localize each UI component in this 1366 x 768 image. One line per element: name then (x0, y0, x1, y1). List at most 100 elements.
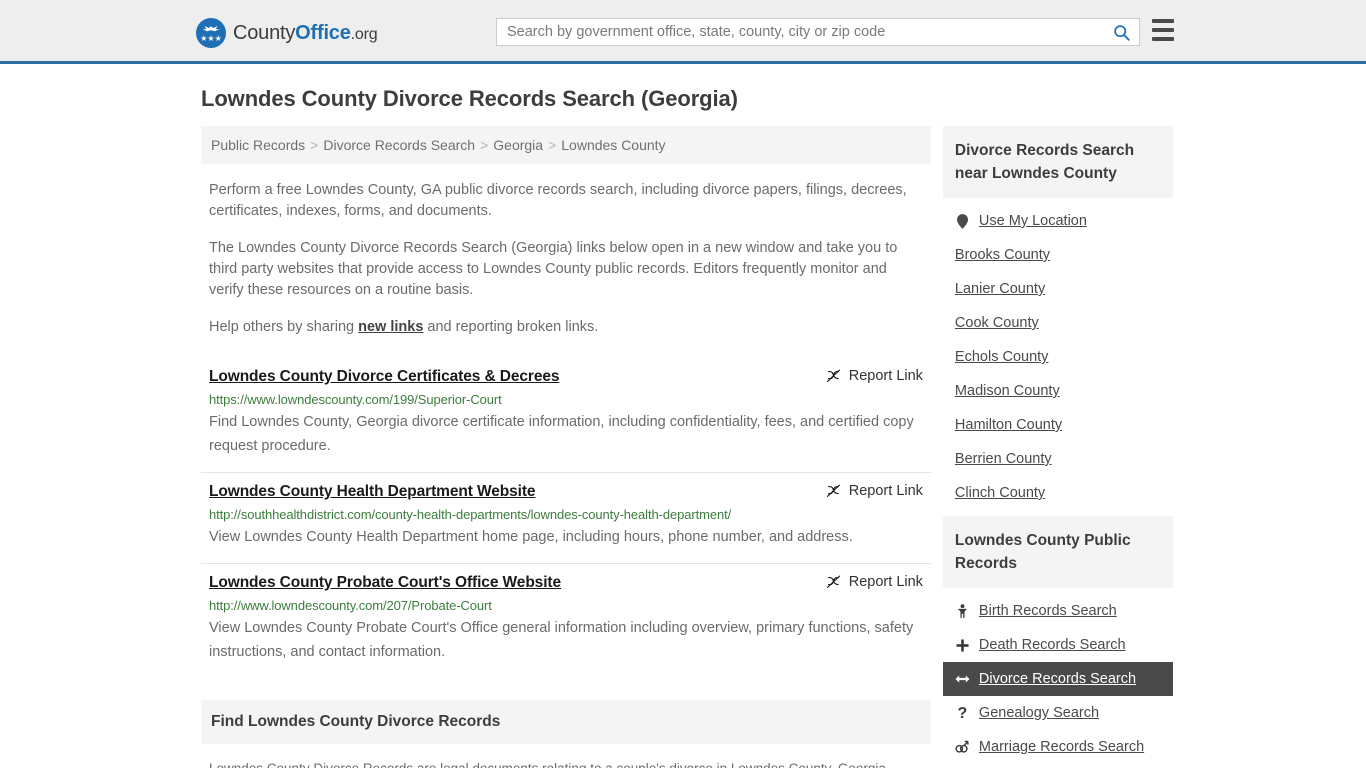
list-item: Marriage Records Search (943, 730, 1173, 764)
sidebar-item-label: Brooks County (954, 247, 1051, 263)
logo-wordmark: CountyOffice.org (233, 21, 378, 45)
breadcrumb: Public Records > Divorce Records Search > Ge… (201, 126, 931, 164)
sidebar-item-label: Divorce Records Search (978, 671, 1137, 687)
find-records-section-header: Find Lowndes County Divorce Records (201, 700, 931, 744)
result-header: Lowndes County Probate Court's Office We… (209, 574, 923, 592)
public-records-panel: Lowndes County Public Records Birth Reco… (942, 516, 1173, 764)
find-records-paragraph: Lowndes County Divorce Records are legal… (209, 758, 923, 768)
page-title: Lowndes County Divorce Records Search (G… (201, 86, 738, 111)
new-links-link[interactable]: new links (358, 319, 423, 335)
result-item: Lowndes County Divorce Certificates & De… (201, 358, 931, 473)
sidebar-item-label: Genealogy Search (978, 705, 1100, 721)
search-icon (1113, 24, 1130, 41)
report-link-button[interactable]: Report Link (808, 574, 923, 590)
search-input[interactable] (497, 19, 1103, 45)
hamburger-bar-3 (1152, 37, 1174, 41)
intro-paragraph-1: Perform a free Lowndes County, GA public… (209, 182, 907, 219)
sidebar-item-label: Cook County (954, 315, 1039, 331)
list-item: Lanier County (943, 272, 1173, 306)
list-item: Echols County (943, 340, 1173, 374)
left-right-arrow-icon (955, 673, 970, 685)
broken-link-icon (826, 575, 840, 588)
content-container: Lowndes County Divorce Records Search (G… (193, 64, 1173, 768)
sidebar-item-brooks-county[interactable]: Brooks County (943, 238, 1173, 272)
site-header: ★★★ CountyOffice.org (0, 0, 1366, 64)
male-female-icon (955, 740, 970, 754)
sidebar-item-death-records-search[interactable]: Death Records Search (943, 628, 1173, 662)
intro-text: Perform a free Lowndes County, GA public… (201, 180, 931, 338)
stars-glyph: ★★★ (200, 34, 222, 43)
public-records-header: Lowndes County Public Records (942, 516, 1173, 588)
breadcrumb-item-2[interactable]: Georgia (493, 137, 543, 153)
sidebar-item-berrien-county[interactable]: Berrien County (943, 442, 1173, 476)
intro-paragraph-3: Help others by sharing new links and rep… (209, 317, 923, 338)
broken-link-icon (826, 369, 840, 382)
breadcrumb-item-0[interactable]: Public Records (211, 137, 305, 153)
result-header: Lowndes County Health Department Website… (209, 483, 923, 501)
site-logo[interactable]: ★★★ CountyOffice.org (196, 18, 378, 48)
sidebar-item-marriage-records-search[interactable]: Marriage Records Search (943, 730, 1173, 764)
breadcrumb-separator: > (548, 137, 557, 153)
list-item: Divorce Records Search (942, 662, 1173, 696)
broken-link-icon (826, 484, 840, 497)
nearby-county-list: Use My Location Brooks County Lanier Cou… (943, 198, 1173, 510)
sidebar-item-genealogy-search[interactable]: ? Genealogy Search (943, 696, 1173, 730)
list-item: Use My Location (943, 204, 1173, 238)
sidebar-item-label: Birth Records Search (978, 603, 1117, 619)
sidebar-item-lanier-county[interactable]: Lanier County (943, 272, 1173, 306)
report-link-label: Report Link (848, 574, 923, 590)
sidebar-item-label: Berrien County (954, 451, 1052, 467)
list-item: Berrien County (943, 442, 1173, 476)
sidebar-item-use-my-location[interactable]: Use My Location (943, 204, 1173, 238)
sidebar-item-label: Use My Location (978, 213, 1087, 229)
two-column-layout: Public Records > Divorce Records Search > Ge… (193, 126, 1173, 768)
hamburger-menu-icon[interactable] (1152, 19, 1174, 41)
sidebar-item-label: Lanier County (954, 281, 1046, 297)
sidebar-item-cook-county[interactable]: Cook County (943, 306, 1173, 340)
result-url[interactable]: https://www.lowndescounty.com/199/Superi… (209, 392, 923, 407)
report-link-button[interactable]: Report Link (808, 483, 923, 499)
public-records-heading: Lowndes County Public Records (954, 532, 1131, 572)
result-item: Lowndes County Health Department Website… (201, 473, 931, 564)
sidebar-item-hamilton-county[interactable]: Hamilton County (943, 408, 1173, 442)
public-records-list: Birth Records Search Death Records Searc… (942, 588, 1173, 764)
result-list: Lowndes County Divorce Certificates & De… (201, 358, 931, 678)
result-item: Lowndes County Probate Court's Office We… (201, 564, 931, 678)
nearby-searches-header: Divorce Records Search near Lowndes Coun… (942, 126, 1173, 198)
result-title-link[interactable]: Lowndes County Divorce Certificates & De… (209, 368, 559, 386)
main-column: Public Records > Divorce Records Search > Ge… (201, 126, 931, 768)
result-url[interactable]: http://southhealthdistrict.com/county-he… (209, 507, 923, 522)
hamburger-bar-1 (1152, 19, 1174, 23)
report-link-button[interactable]: Report Link (808, 368, 923, 384)
sidebar-item-clinch-county[interactable]: Clinch County (943, 476, 1173, 510)
question-mark-icon: ? (957, 704, 968, 722)
sidebar-item-birth-records-search[interactable]: Birth Records Search (943, 594, 1173, 628)
result-description: View Lowndes County Probate Court's Offi… (209, 620, 914, 660)
intro-p3-before: Help others by sharing (209, 319, 359, 335)
breadcrumb-item-3[interactable]: Lowndes County (561, 137, 665, 153)
list-item: Cook County (943, 306, 1173, 340)
list-item: Clinch County (943, 476, 1173, 510)
hamburger-bar-2 (1152, 28, 1174, 32)
report-link-label: Report Link (848, 368, 923, 384)
sidebar-item-label: Marriage Records Search (978, 739, 1145, 755)
find-records-section-body: Lowndes County Divorce Records are legal… (201, 758, 931, 768)
result-title-link[interactable]: Lowndes County Health Department Website (209, 483, 536, 501)
sidebar-item-madison-county[interactable]: Madison County (943, 374, 1173, 408)
search-bar[interactable] (496, 18, 1140, 46)
nearby-searches-panel: Divorce Records Search near Lowndes Coun… (942, 126, 1173, 510)
breadcrumb-item-1[interactable]: Divorce Records Search (323, 137, 475, 153)
result-description: View Lowndes County Health Department ho… (209, 529, 853, 545)
logo-text-org: .org (350, 25, 378, 43)
sidebar-item-divorce-records-search[interactable]: Divorce Records Search (942, 662, 1173, 696)
result-url[interactable]: http://www.lowndescounty.com/207/Probate… (209, 598, 923, 613)
result-title-link[interactable]: Lowndes County Probate Court's Office We… (209, 574, 561, 592)
list-item: Death Records Search (943, 628, 1173, 662)
list-item: Birth Records Search (943, 594, 1173, 628)
eagle-glyph (202, 26, 220, 32)
sidebar-item-label: Death Records Search (978, 637, 1126, 653)
sidebar-item-echols-county[interactable]: Echols County (943, 340, 1173, 374)
logo-text-county: County (233, 21, 296, 44)
list-item: Hamilton County (943, 408, 1173, 442)
search-button[interactable] (1103, 19, 1139, 45)
